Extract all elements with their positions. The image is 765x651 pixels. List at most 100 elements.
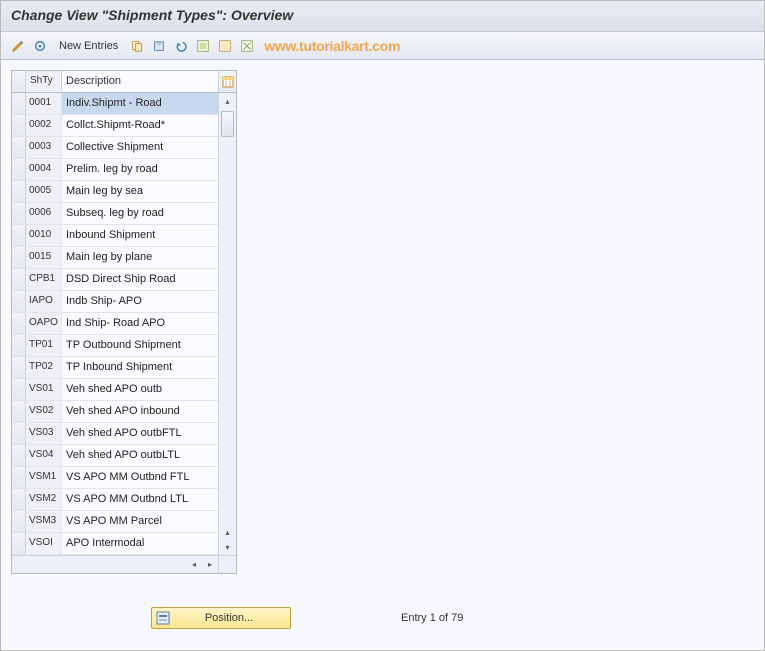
cell-description[interactable]: TP Inbound Shipment: [62, 357, 218, 378]
select-all-icon[interactable]: [194, 37, 212, 55]
table-row[interactable]: 0003Collective Shipment: [12, 137, 218, 159]
cell-shty[interactable]: VS04: [26, 445, 62, 466]
table-row[interactable]: 0005Main leg by sea: [12, 181, 218, 203]
cell-description[interactable]: Subseq. leg by road: [62, 203, 218, 224]
cell-description[interactable]: Indiv.Shipmt - Road: [62, 93, 218, 114]
deselect-all-icon[interactable]: [238, 37, 256, 55]
cell-description[interactable]: Collective Shipment: [62, 137, 218, 158]
cell-description[interactable]: Inbound Shipment: [62, 225, 218, 246]
table-row[interactable]: VS04Veh shed APO outbLTL: [12, 445, 218, 467]
cell-shty[interactable]: 0002: [26, 115, 62, 136]
row-selector[interactable]: [12, 225, 26, 246]
table-row[interactable]: IAPOIndb Ship- APO: [12, 291, 218, 313]
horizontal-scrollbar[interactable]: ◂ ▸: [12, 555, 236, 573]
display-change-icon[interactable]: [9, 37, 27, 55]
table-row[interactable]: VSM2VS APO MM Outbnd LTL: [12, 489, 218, 511]
cell-shty[interactable]: 0006: [26, 203, 62, 224]
new-entries-button[interactable]: New Entries: [53, 40, 124, 52]
delete-icon[interactable]: [150, 37, 168, 55]
table-row[interactable]: OAPOInd Ship- Road APO: [12, 313, 218, 335]
table-row[interactable]: VS01Veh shed APO outb: [12, 379, 218, 401]
position-button[interactable]: Position...: [151, 607, 291, 629]
table-row[interactable]: 0002Collct.Shipmt-Road*: [12, 115, 218, 137]
scroll-left-icon[interactable]: ◂: [186, 556, 202, 573]
cell-shty[interactable]: 0003: [26, 137, 62, 158]
cell-description[interactable]: Indb Ship- APO: [62, 291, 218, 312]
cell-description[interactable]: Veh shed APO outbFTL: [62, 423, 218, 444]
cell-shty[interactable]: VSM3: [26, 511, 62, 532]
cell-description[interactable]: TP Outbound Shipment: [62, 335, 218, 356]
select-block-icon[interactable]: [216, 37, 234, 55]
row-selector[interactable]: [12, 115, 26, 136]
row-selector[interactable]: [12, 467, 26, 488]
vertical-scrollbar[interactable]: ▴ ▴ ▾: [218, 93, 236, 555]
column-header-description[interactable]: Description: [62, 71, 218, 92]
cell-description[interactable]: VS APO MM Outbnd FTL: [62, 467, 218, 488]
table-row[interactable]: VS02Veh shed APO inbound: [12, 401, 218, 423]
scroll-up-icon[interactable]: ▴: [219, 93, 236, 109]
table-row[interactable]: TP01TP Outbound Shipment: [12, 335, 218, 357]
cell-shty[interactable]: IAPO: [26, 291, 62, 312]
cell-description[interactable]: VS APO MM Outbnd LTL: [62, 489, 218, 510]
row-selector[interactable]: [12, 269, 26, 290]
scroll-thumb[interactable]: [221, 111, 234, 137]
cell-description[interactable]: Collct.Shipmt-Road*: [62, 115, 218, 136]
row-selector[interactable]: [12, 533, 26, 554]
cell-shty[interactable]: 0015: [26, 247, 62, 268]
cell-shty[interactable]: 0004: [26, 159, 62, 180]
scroll-right-icon[interactable]: ▸: [202, 556, 218, 573]
cell-description[interactable]: Veh shed APO outb: [62, 379, 218, 400]
cell-shty[interactable]: VS02: [26, 401, 62, 422]
cell-shty[interactable]: VS03: [26, 423, 62, 444]
table-row[interactable]: 0004Prelim. leg by road: [12, 159, 218, 181]
cell-description[interactable]: Main leg by sea: [62, 181, 218, 202]
row-selector[interactable]: [12, 291, 26, 312]
cell-description[interactable]: Prelim. leg by road: [62, 159, 218, 180]
table-row[interactable]: 0006Subseq. leg by road: [12, 203, 218, 225]
other-view-icon[interactable]: [31, 37, 49, 55]
row-selector[interactable]: [12, 423, 26, 444]
cell-shty[interactable]: CPB1: [26, 269, 62, 290]
column-header-shty[interactable]: ShTy: [26, 71, 62, 92]
cell-description[interactable]: DSD Direct Ship Road: [62, 269, 218, 290]
hscroll-track[interactable]: [12, 556, 186, 573]
row-selector[interactable]: [12, 489, 26, 510]
cell-shty[interactable]: 0001: [26, 93, 62, 114]
scroll-track[interactable]: [219, 109, 236, 525]
cell-shty[interactable]: OAPO: [26, 313, 62, 334]
table-row[interactable]: TP02TP Inbound Shipment: [12, 357, 218, 379]
row-selector[interactable]: [12, 247, 26, 268]
row-selector[interactable]: [12, 137, 26, 158]
table-row[interactable]: 0010Inbound Shipment: [12, 225, 218, 247]
row-selector[interactable]: [12, 159, 26, 180]
row-selector[interactable]: [12, 445, 26, 466]
scroll-down-icon[interactable]: ▾: [219, 539, 236, 555]
cell-description[interactable]: Veh shed APO inbound: [62, 401, 218, 422]
cell-description[interactable]: APO Intermodal: [62, 533, 218, 554]
row-selector[interactable]: [12, 313, 26, 334]
cell-shty[interactable]: VS01: [26, 379, 62, 400]
cell-description[interactable]: Veh shed APO outbLTL: [62, 445, 218, 466]
table-row[interactable]: VSOIAPO Intermodal: [12, 533, 218, 555]
row-selector[interactable]: [12, 181, 26, 202]
table-row[interactable]: VSM3VS APO MM Parcel: [12, 511, 218, 533]
row-selector[interactable]: [12, 93, 26, 114]
cell-shty[interactable]: VSOI: [26, 533, 62, 554]
table-row[interactable]: 0001Indiv.Shipmt - Road: [12, 93, 218, 115]
cell-shty[interactable]: 0010: [26, 225, 62, 246]
table-row[interactable]: 0015Main leg by plane: [12, 247, 218, 269]
cell-description[interactable]: VS APO MM Parcel: [62, 511, 218, 532]
table-row[interactable]: CPB1DSD Direct Ship Road: [12, 269, 218, 291]
cell-shty[interactable]: VSM1: [26, 467, 62, 488]
cell-shty[interactable]: TP02: [26, 357, 62, 378]
row-selector[interactable]: [12, 401, 26, 422]
scroll-small-up-icon[interactable]: ▴: [219, 525, 236, 539]
table-row[interactable]: VS03Veh shed APO outbFTL: [12, 423, 218, 445]
row-selector[interactable]: [12, 203, 26, 224]
row-selector[interactable]: [12, 357, 26, 378]
cell-description[interactable]: Main leg by plane: [62, 247, 218, 268]
cell-shty[interactable]: VSM2: [26, 489, 62, 510]
cell-shty[interactable]: 0005: [26, 181, 62, 202]
row-selector[interactable]: [12, 511, 26, 532]
copy-as-icon[interactable]: [128, 37, 146, 55]
